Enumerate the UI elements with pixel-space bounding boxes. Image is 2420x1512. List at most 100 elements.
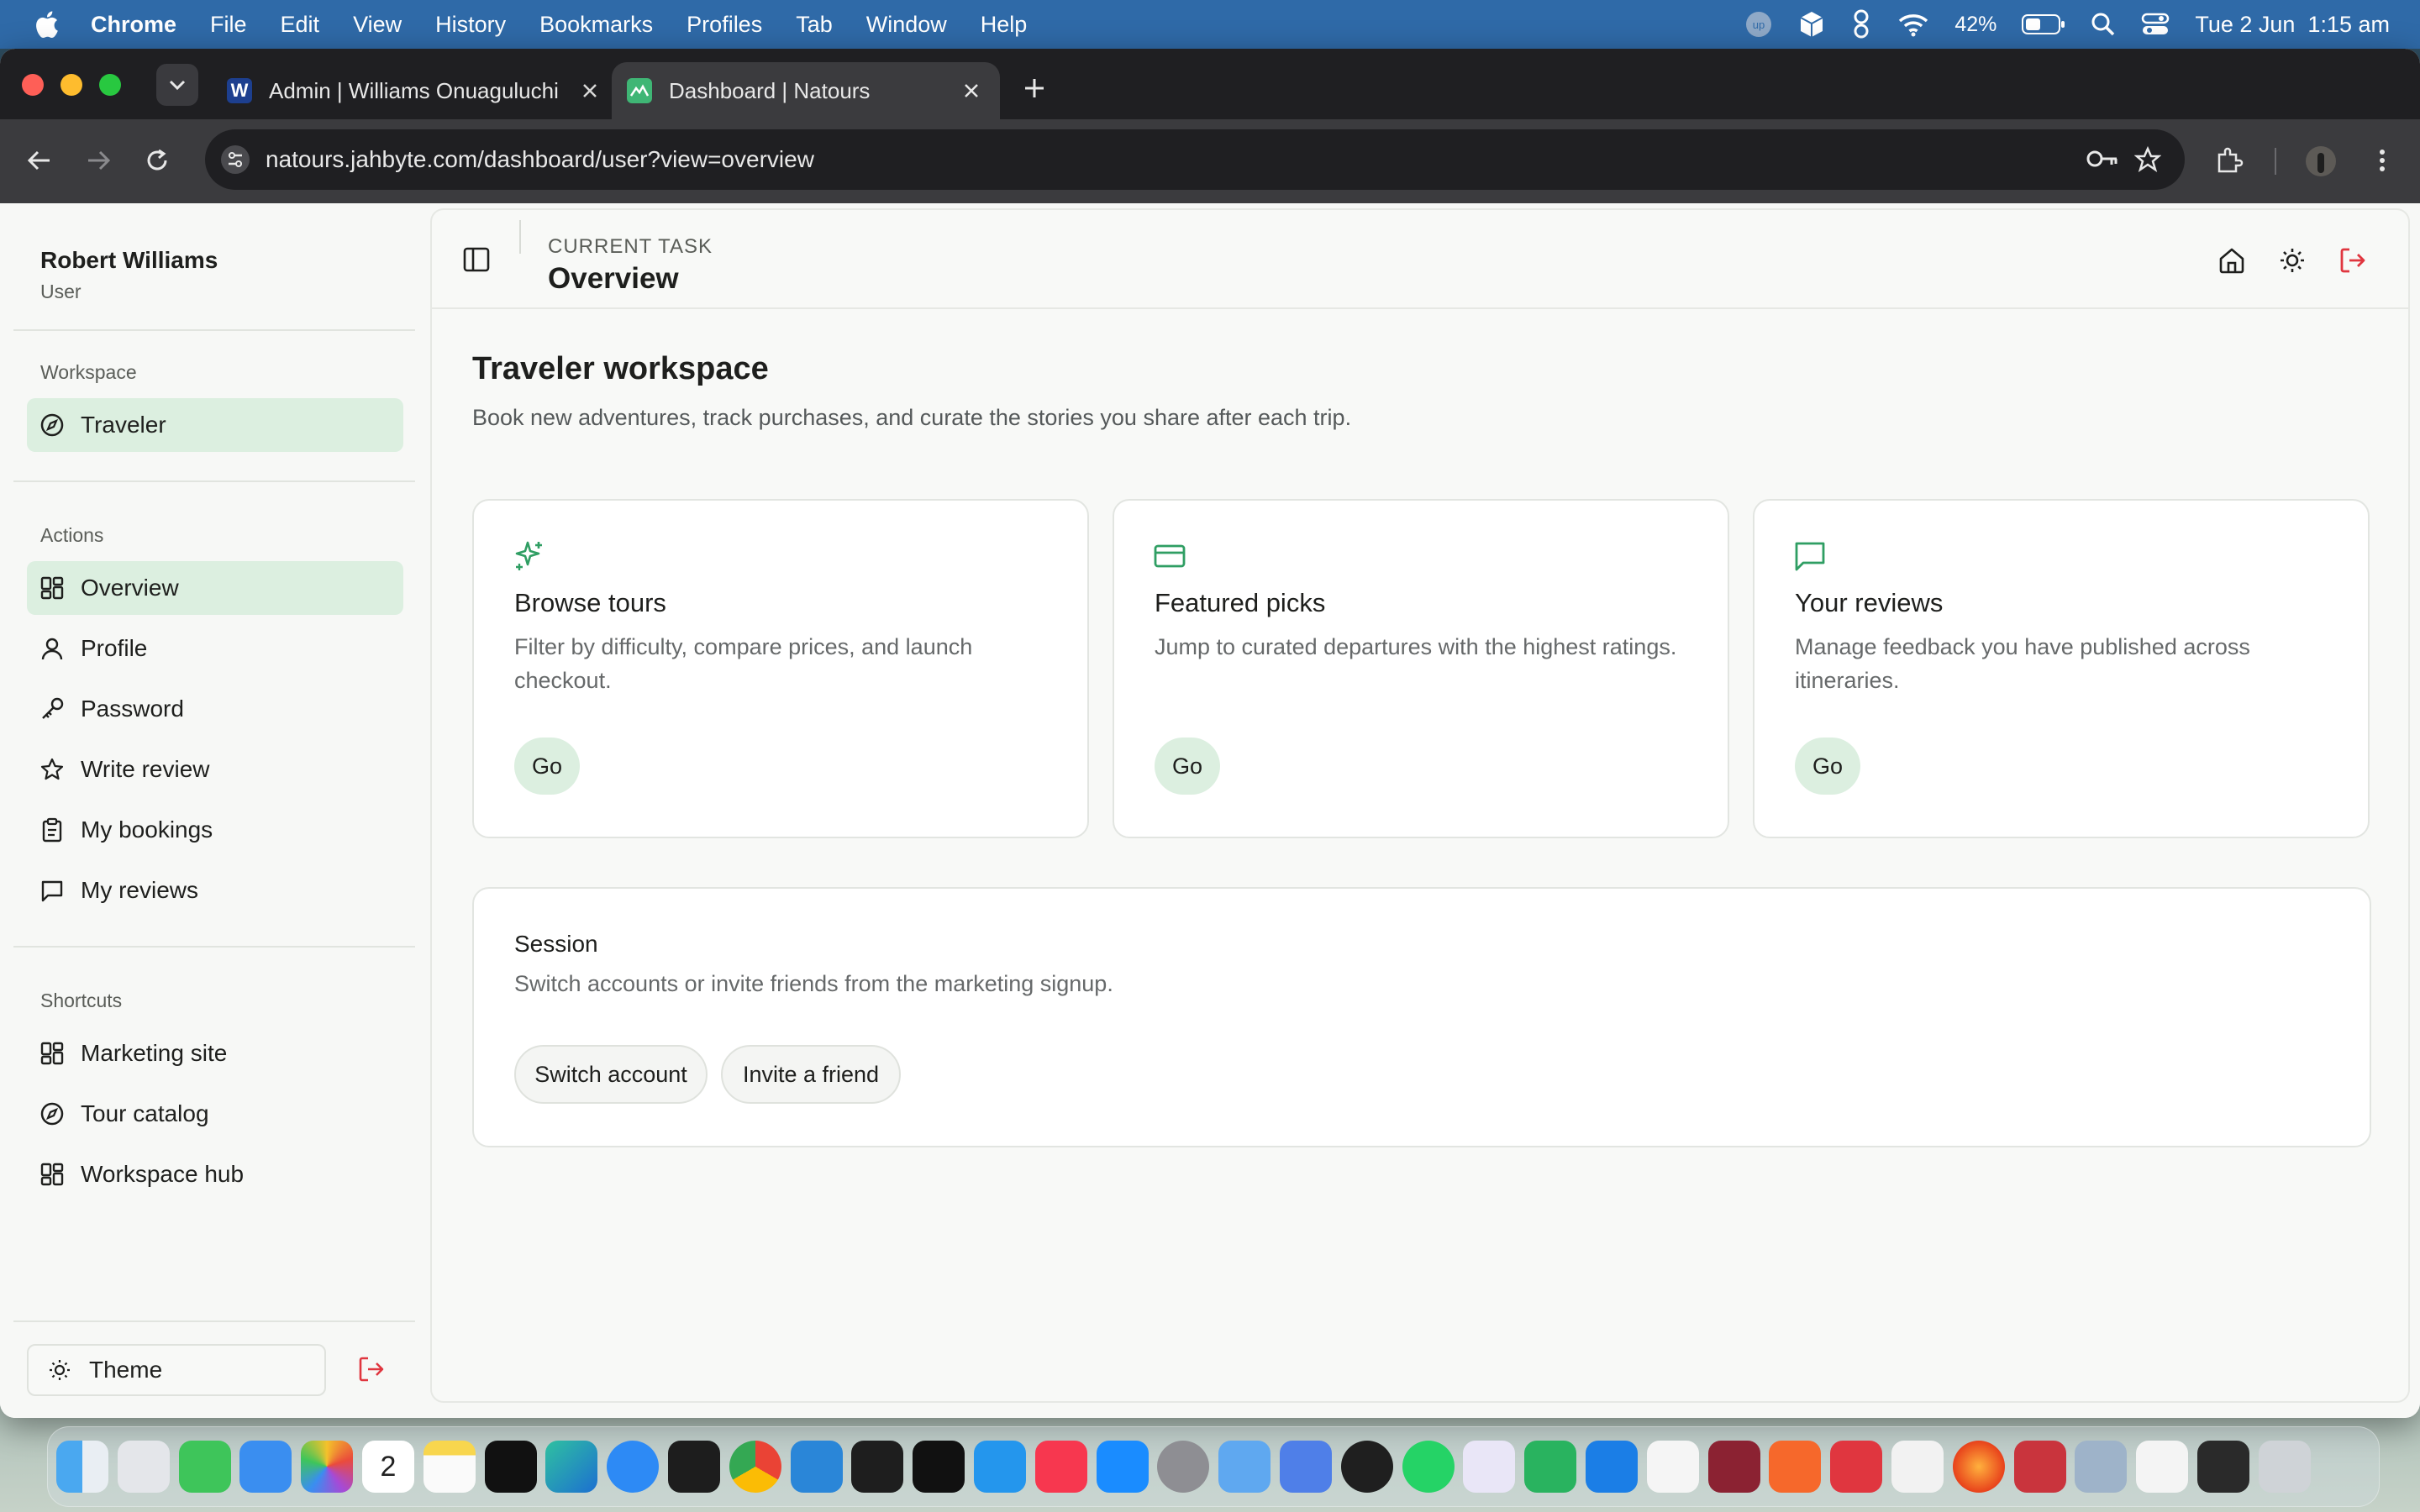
docker-icon[interactable] (973, 1441, 1026, 1493)
settings-icon[interactable] (1157, 1441, 1210, 1493)
site-settings-icon[interactable] (220, 144, 250, 175)
box-icon[interactable] (1798, 10, 1825, 39)
wifi-icon[interactable] (1897, 12, 1929, 37)
xcode-icon[interactable] (1585, 1441, 1638, 1493)
more-menu-icon[interactable] (2371, 146, 2393, 175)
switch-account-button[interactable]: Switch account (514, 1045, 708, 1104)
profile-avatar[interactable] (2306, 146, 2336, 176)
mongodb-icon[interactable] (1646, 1441, 1699, 1493)
disk-icon[interactable] (2075, 1441, 2128, 1493)
menu-tab[interactable]: Tab (796, 12, 833, 38)
sidebar-item-traveler[interactable]: Traveler (27, 398, 403, 452)
invite-friend-button[interactable]: Invite a friend (721, 1045, 901, 1104)
launchpad-icon[interactable] (117, 1441, 170, 1493)
cursor-icon[interactable] (667, 1441, 720, 1493)
extensions-icon[interactable] (2215, 146, 2244, 175)
password-key-icon[interactable] (2086, 146, 2119, 171)
logout-icon[interactable] (356, 1354, 387, 1384)
appletv-icon[interactable] (484, 1441, 537, 1493)
sidebar-item-overview[interactable]: Overview (27, 561, 403, 615)
home-icon[interactable] (2217, 245, 2247, 276)
grid-icon (39, 1161, 66, 1188)
menu-bookmarks[interactable]: Bookmarks (539, 12, 653, 38)
finder-icon[interactable] (56, 1441, 108, 1493)
sidebar-item-profile[interactable]: Profile (27, 622, 403, 675)
battery-icon[interactable] (2022, 13, 2065, 35)
folder-icon[interactable] (1218, 1441, 1271, 1493)
upwork-icon[interactable] (1340, 1441, 1393, 1493)
firefox-icon[interactable] (1952, 1441, 2005, 1493)
sidebar-item-my-bookings[interactable]: My bookings (27, 803, 403, 857)
notes2-icon[interactable] (1891, 1441, 1944, 1493)
maximize-window-button[interactable] (99, 74, 121, 96)
app-icon[interactable] (1707, 1441, 1760, 1493)
sun-icon[interactable] (2277, 245, 2307, 276)
calendar-icon[interactable]: 2 (361, 1441, 414, 1493)
sidebar-item-password[interactable]: Password (27, 682, 403, 736)
new-tab-icon[interactable] (1018, 72, 1050, 104)
cycle-icon[interactable] (1850, 8, 1872, 40)
sidebar-item-write-review[interactable]: Write review (27, 743, 403, 796)
logout-icon[interactable] (2338, 245, 2368, 276)
tab-search-button[interactable] (156, 64, 198, 106)
theme-toggle-button[interactable]: Theme (27, 1344, 326, 1396)
tools-icon[interactable] (1830, 1441, 1883, 1493)
sidebar-item-tour-catalog[interactable]: Tour catalog (27, 1087, 403, 1141)
messages-icon[interactable] (178, 1441, 231, 1493)
go-button[interactable]: Go (1155, 738, 1220, 795)
vpn-icon[interactable] (1463, 1441, 1516, 1493)
close-tab-icon[interactable] (960, 79, 983, 102)
go-button[interactable]: Go (1795, 738, 1860, 795)
pen-icon[interactable] (1769, 1441, 1822, 1493)
photos-icon[interactable] (301, 1441, 354, 1493)
terminal2-icon[interactable] (2196, 1441, 2249, 1493)
terminal-icon[interactable] (913, 1441, 965, 1493)
spotlight-icon[interactable] (2091, 12, 2116, 37)
control-center-icon[interactable] (2141, 12, 2170, 37)
mail-icon[interactable] (239, 1441, 292, 1493)
minimize-window-button[interactable] (60, 74, 82, 96)
vscode-icon[interactable] (790, 1441, 843, 1493)
menu-view[interactable]: View (353, 12, 402, 38)
sidebar-item-marketing-site[interactable]: Marketing site (27, 1026, 403, 1080)
close-window-button[interactable] (22, 74, 44, 96)
simulator-icon[interactable] (1279, 1441, 1332, 1493)
whatsapp-icon[interactable] (1402, 1441, 1455, 1493)
apple-logo-icon[interactable] (34, 10, 59, 39)
menu-window[interactable]: Window (866, 12, 947, 38)
dictionary-icon[interactable] (2013, 1441, 2066, 1493)
back-button[interactable] (20, 141, 59, 180)
menu-edit[interactable]: Edit (281, 12, 320, 38)
menubar-clock[interactable]: Tue 2 Jun 1:15 am (2195, 12, 2390, 38)
safari-icon[interactable] (607, 1441, 660, 1493)
tab-title: Dashboard | Natours (669, 77, 871, 103)
address-bar[interactable]: natours.jahbyte.com/dashboard/user?view=… (205, 129, 2185, 190)
forward-button[interactable] (79, 141, 118, 180)
bookmark-star-icon[interactable] (2134, 146, 2161, 173)
menu-history[interactable]: History (435, 12, 506, 38)
trash-icon[interactable] (2258, 1441, 2311, 1493)
notes-icon[interactable] (423, 1441, 476, 1493)
reload-button[interactable] (138, 141, 176, 180)
upwork-icon[interactable]: up (1744, 10, 1773, 39)
sidebar-item-workspace-hub[interactable]: Workspace hub (27, 1147, 403, 1201)
sidebar-item-my-reviews[interactable]: My reviews (27, 864, 403, 917)
chrome-icon[interactable] (729, 1441, 781, 1493)
w-logo-icon: W (227, 78, 252, 103)
tab-dashboard[interactable]: Dashboard | Natours (612, 62, 1000, 119)
edge-icon[interactable] (545, 1441, 598, 1493)
sidebar-item-label: Traveler (81, 412, 166, 438)
figma-icon[interactable] (851, 1441, 904, 1493)
document-icon[interactable] (2136, 1441, 2189, 1493)
menu-file[interactable]: File (210, 12, 247, 38)
tab-admin[interactable]: W Admin | Williams Onuaguluchi (212, 62, 618, 119)
music-icon[interactable] (1034, 1441, 1087, 1493)
chatgpt-icon[interactable] (1524, 1441, 1577, 1493)
menu-app-name[interactable]: Chrome (91, 12, 176, 38)
menu-help[interactable]: Help (981, 12, 1028, 38)
close-tab-icon[interactable] (578, 79, 602, 102)
sidebar-toggle-icon[interactable] (462, 245, 491, 274)
menu-profiles[interactable]: Profiles (687, 12, 762, 38)
appstore-icon[interactable] (1096, 1441, 1149, 1493)
go-button[interactable]: Go (514, 738, 580, 795)
